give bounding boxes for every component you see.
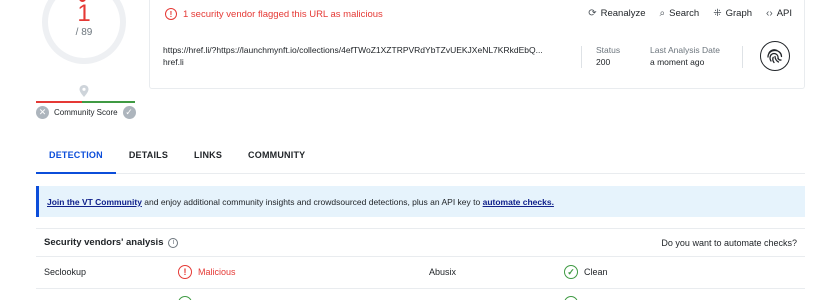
community-score: ✕ Community Score ✓	[36, 106, 136, 119]
detection-total: / 89	[75, 27, 93, 38]
community-score-bar	[36, 101, 135, 103]
alert-text: 1 security vendor flagged this URL as ma…	[183, 8, 383, 20]
automate-checks-link[interactable]: automate checks.	[483, 197, 554, 207]
last-analysis: Last Analysis Date a moment ago	[650, 44, 720, 68]
detection-count: 1	[77, 0, 91, 27]
alert-circle-icon: !	[178, 265, 192, 279]
result-tabs: DETECTION DETAILS LINKS COMMUNITY	[36, 144, 805, 174]
table-row: Seclookup ! Malicious Abusix ✓ Clean	[36, 257, 805, 289]
search-button[interactable]: ⌕ Search	[660, 8, 700, 19]
url-summary-card: ! 1 security vendor flagged this URL as …	[149, 0, 805, 89]
api-icon: ‹›	[766, 8, 773, 19]
location-pin-icon	[79, 85, 89, 97]
vendor-result: ✓ Clean	[564, 265, 608, 279]
search-icon: ⌕	[659, 8, 666, 19]
community-banner: Join the VT Community and enjoy addition…	[36, 186, 805, 217]
fingerprint-icon	[760, 41, 790, 71]
banner-text: and enjoy additional community insights …	[141, 196, 483, 207]
tab-details[interactable]: DETAILS	[116, 144, 181, 174]
analyzed-url: https://href.li/?https://launchmynft.io/…	[163, 44, 543, 68]
last-analysis-value: a moment ago	[650, 57, 705, 67]
status-value: 200	[596, 57, 611, 67]
reanalyze-button[interactable]: ⟳ Reanalyze	[588, 8, 645, 19]
thumbs-down-icon[interactable]: ✕	[36, 106, 49, 119]
check-circle-icon	[178, 296, 192, 300]
join-community-link[interactable]: Join the VT Community	[47, 197, 142, 207]
action-bar: ⟳ Reanalyze ⌕ Search ⁜ Graph ‹› API	[588, 8, 792, 19]
url-full[interactable]: https://href.li/?https://launchmynft.io/…	[163, 44, 543, 56]
check-circle-icon: ✓	[564, 265, 578, 279]
last-analysis-label: Last Analysis Date	[650, 45, 720, 55]
vendor-name: Seclookup	[44, 267, 87, 277]
graph-button[interactable]: ⁜ Graph	[713, 8, 752, 19]
divider	[581, 46, 582, 68]
info-icon[interactable]: i	[168, 237, 179, 248]
vendor-name: Abusix	[429, 267, 457, 277]
detection-score-ring: 1 / 89	[48, 0, 120, 58]
tab-links[interactable]: LINKS	[181, 144, 235, 174]
refresh-icon: ⟳	[588, 8, 597, 19]
vendors-header: Security vendors' analysis i Do you want…	[36, 228, 805, 257]
api-button[interactable]: ‹› API	[766, 8, 792, 19]
http-status: Status 200	[596, 44, 620, 68]
status-label: Status	[596, 45, 621, 55]
check-circle-icon	[564, 296, 578, 300]
url-domain[interactable]: href.li	[163, 56, 543, 68]
alert-circle-icon: !	[165, 8, 177, 20]
vendors-analysis: Security vendors' analysis i Do you want…	[36, 228, 805, 289]
tab-detection[interactable]: DETECTION	[36, 144, 116, 174]
automate-checks-prompt[interactable]: Do you want to automate checks?	[661, 238, 797, 248]
malicious-alert: ! 1 security vendor flagged this URL as …	[165, 8, 383, 20]
vendors-title: Security vendors' analysis	[44, 237, 164, 248]
vendor-result: ! Malicious	[178, 265, 236, 279]
tab-community[interactable]: COMMUNITY	[235, 144, 318, 174]
graph-icon: ⁜	[713, 8, 722, 19]
divider	[742, 46, 743, 68]
thumbs-up-icon[interactable]: ✓	[122, 106, 136, 119]
community-score-label: Community Score	[54, 108, 118, 117]
